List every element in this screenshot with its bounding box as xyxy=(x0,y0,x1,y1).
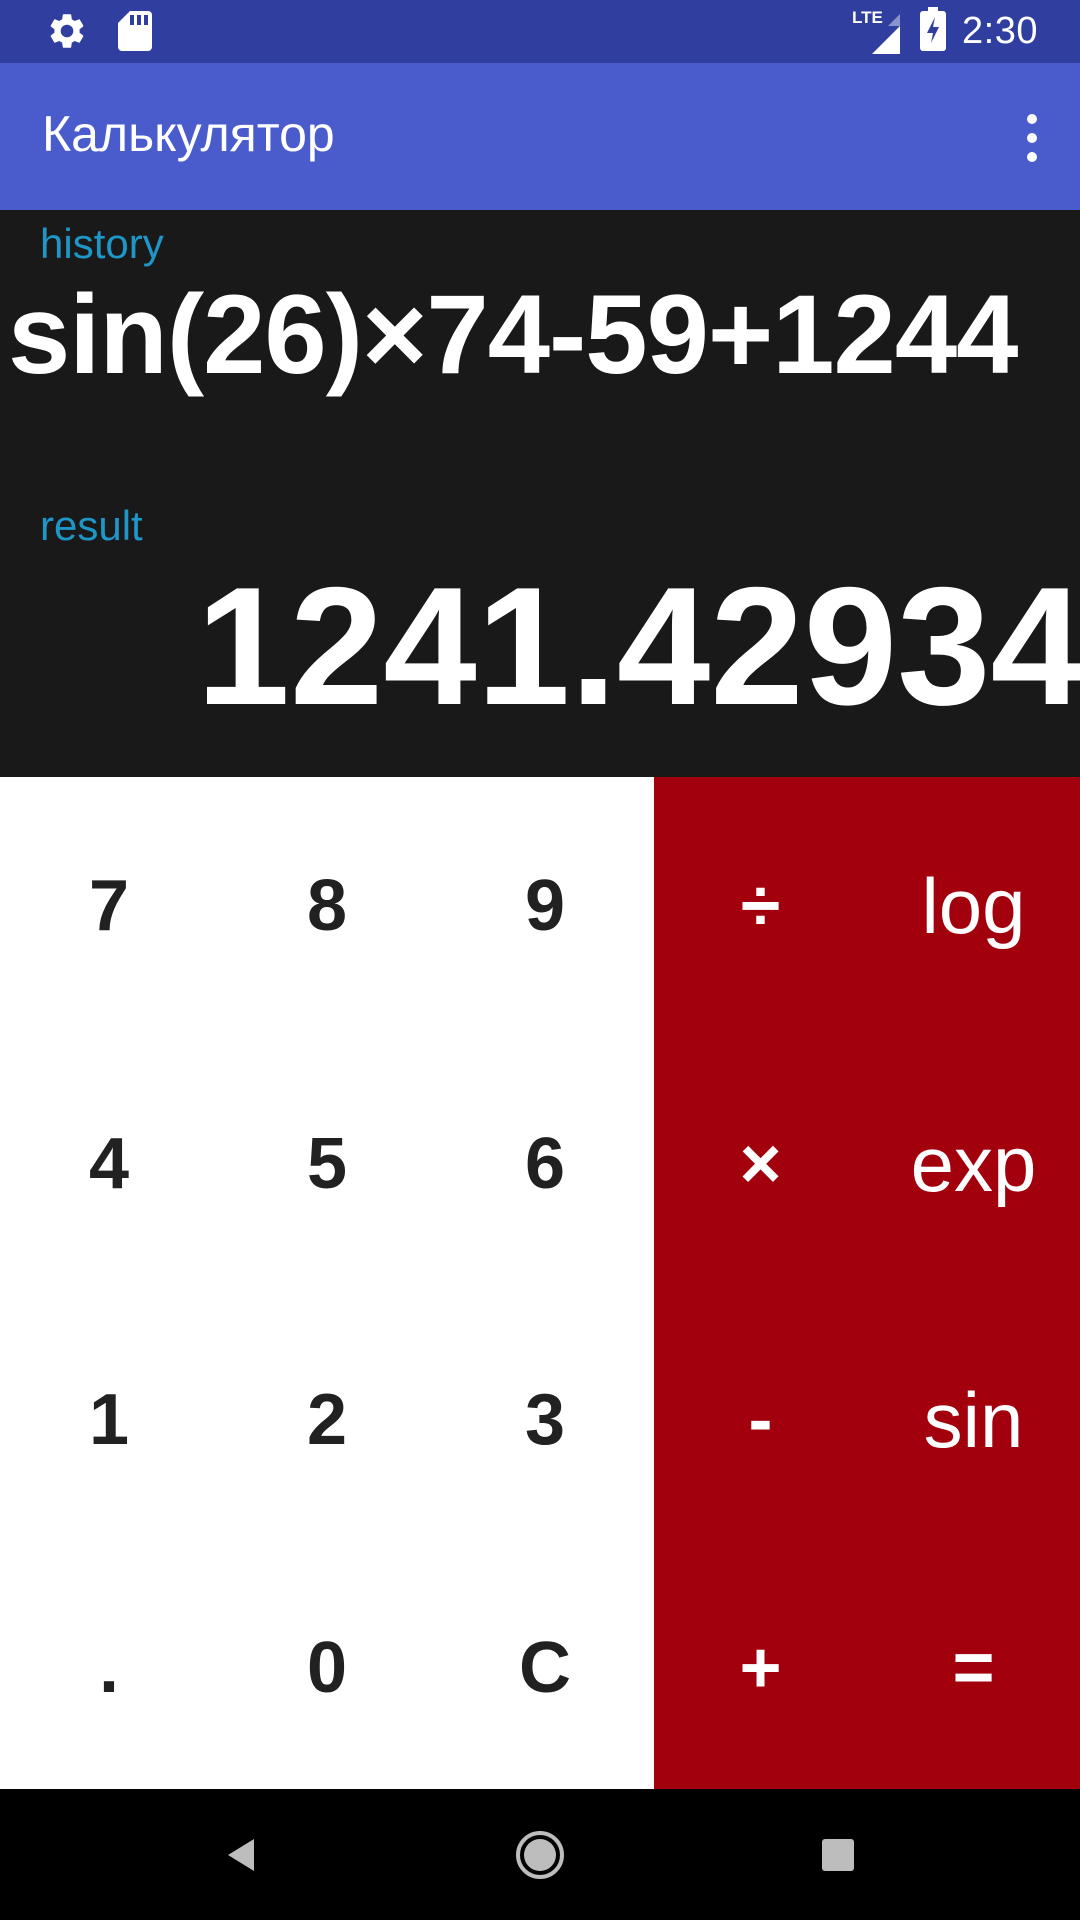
key-0[interactable]: 0 xyxy=(218,1547,436,1789)
navigation-bar xyxy=(0,1789,1080,1920)
key-1[interactable]: 1 xyxy=(0,1293,218,1547)
result-label: result xyxy=(40,502,143,549)
key-minus[interactable]: - xyxy=(654,1293,867,1547)
key-2[interactable]: 2 xyxy=(218,1293,436,1547)
key-4[interactable]: 4 xyxy=(0,1035,218,1293)
key-plus[interactable]: + xyxy=(654,1547,867,1789)
key-8[interactable]: 8 xyxy=(218,777,436,1035)
recents-icon[interactable] xyxy=(808,1825,868,1885)
gear-icon xyxy=(46,10,88,57)
key-7[interactable]: 7 xyxy=(0,777,218,1035)
key-exp[interactable]: exp xyxy=(867,1035,1080,1293)
key-multiply[interactable]: × xyxy=(654,1035,867,1293)
keypad: 7 8 9 4 5 6 1 2 3 . 0 C ÷ × - + log exp … xyxy=(0,777,1080,1789)
key-5[interactable]: 5 xyxy=(218,1035,436,1293)
key-9[interactable]: 9 xyxy=(436,777,654,1035)
key-divide[interactable]: ÷ xyxy=(654,777,867,1035)
result-value: 1241.42934 xyxy=(196,552,1080,740)
operator-pad: ÷ × - + log exp sin = xyxy=(654,777,1080,1789)
status-bar: LTE 2:30 xyxy=(0,0,1080,63)
key-decimal-point[interactable]: . xyxy=(0,1547,218,1789)
history-expression: sin(26)×74-59+1244 xyxy=(8,272,1018,397)
back-icon[interactable] xyxy=(212,1825,272,1885)
signal-icon: LTE xyxy=(852,8,904,54)
history-label: history xyxy=(40,220,164,267)
sd-card-icon xyxy=(118,11,152,56)
digit-pad: 7 8 9 4 5 6 1 2 3 . 0 C xyxy=(0,777,654,1789)
home-icon[interactable] xyxy=(510,1825,570,1885)
key-sin[interactable]: sin xyxy=(867,1293,1080,1547)
app-bar: Калькулятор xyxy=(0,63,1080,210)
key-3[interactable]: 3 xyxy=(436,1293,654,1547)
key-6[interactable]: 6 xyxy=(436,1035,654,1293)
app-title: Калькулятор xyxy=(42,106,335,162)
key-clear[interactable]: C xyxy=(436,1547,654,1789)
more-vert-icon[interactable] xyxy=(1002,103,1062,173)
clock: 2:30 xyxy=(962,10,1038,52)
key-log[interactable]: log xyxy=(867,777,1080,1035)
key-equals[interactable]: = xyxy=(867,1547,1080,1789)
calculator-display: history sin(26)×74-59+1244 result 1241.4… xyxy=(0,210,1080,777)
battery-charging-icon xyxy=(920,7,947,56)
